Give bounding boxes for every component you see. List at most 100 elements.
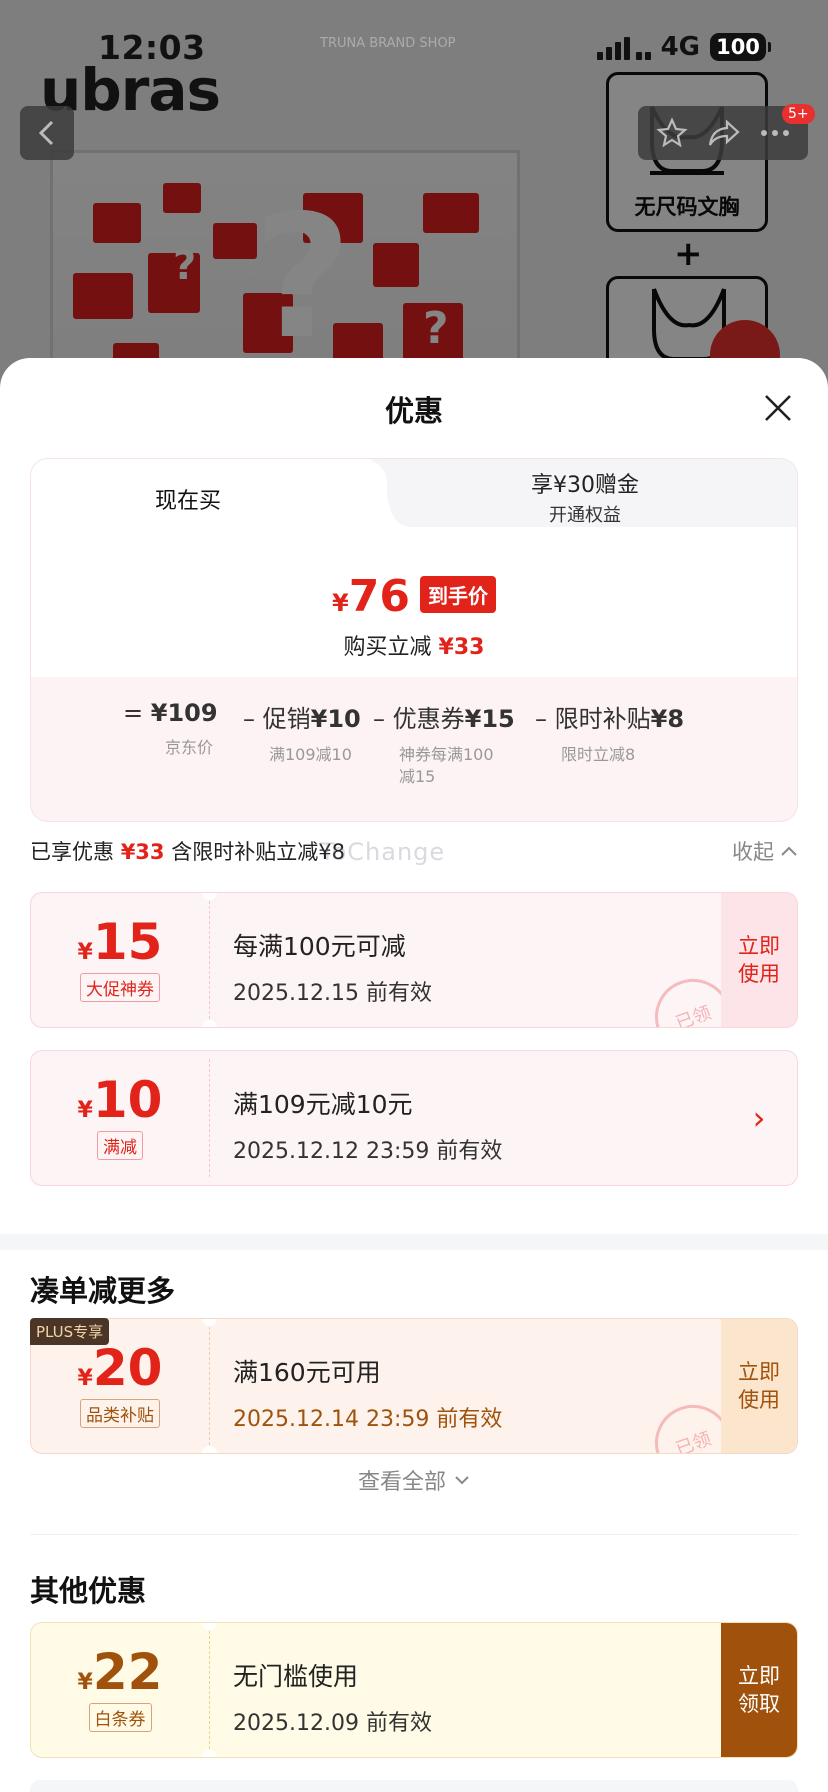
coupon-type-tag: 品类补贴 (80, 1399, 160, 1428)
coupon-amount: ¥ 22 (31, 1645, 209, 1699)
section-title-other: 其他优惠 (30, 1574, 147, 1608)
formula-sub: 限时立减8 (561, 745, 636, 764)
final-price-currency: ¥ (332, 589, 349, 617)
claim-now-button[interactable]: 立即 领取 (721, 1623, 797, 1757)
use-now-button[interactable]: 立即 使用 (721, 893, 797, 1027)
coupon-value: 10 (92, 1071, 163, 1129)
coupon-body: 满160元可用 2025.12.14 23:59 前有效 (233, 1353, 502, 1433)
enjoyed-suffix: 含限时补贴立减¥8 (171, 840, 345, 864)
formula-value: ¥10 (310, 705, 361, 733)
formula-value: ¥8 (650, 705, 685, 733)
coupon-amount: ¥ 10 (31, 1073, 209, 1127)
close-icon[interactable] (760, 390, 796, 426)
section-title-more: 凑单减更多 (30, 1274, 176, 1308)
share-icon[interactable] (707, 117, 741, 149)
coupon-type-tag: 大促神券 (80, 973, 160, 1002)
coupon-title: 每满100元可减 (233, 932, 406, 961)
coupon-body: 每满100元可减 2025.12.15 前有效 (233, 927, 432, 1007)
section-divider-line (30, 1534, 798, 1535)
coupon-date: 2025.12.12 23:59 前有效 (233, 1139, 503, 1164)
tab-alt-benefit[interactable]: 享¥30赠金 开通权益 (371, 459, 797, 527)
enjoyed-prefix: 已享优惠 (30, 840, 114, 864)
formula-op: – 限时补贴 (535, 705, 651, 733)
coupon-value: 20 (92, 1339, 163, 1397)
section-divider (0, 1234, 828, 1250)
coupon-divider (209, 1327, 210, 1445)
battery-icon: 100 (710, 33, 771, 61)
coupon-type-tag: 白条券 (88, 1703, 152, 1732)
final-price-row: ¥ 76 到手价 (31, 571, 797, 622)
collapse-button[interactable]: 收起 (732, 836, 798, 866)
coupon-amount: ¥ 15 (31, 915, 209, 969)
faint-header-text: TRUNA BRAND SHOP (320, 36, 456, 51)
coupon-amount: ¥ 20 (31, 1341, 209, 1395)
plus-exclusive-badge: PLUS专享 (30, 1318, 110, 1345)
coupon-divider (209, 901, 210, 1019)
tab-alt-line2: 开通权益 (549, 505, 621, 526)
coupon-notch (202, 1020, 217, 1027)
coupon-date: 2025.12.15 前有效 (233, 981, 432, 1006)
coupon-title: 满160元可用 (233, 1358, 381, 1387)
formula-value: ¥15 (464, 705, 515, 733)
cart-badge: 5+ (782, 104, 815, 124)
formula-item-subsidy: – 限时补贴¥8 限时立减8 (535, 699, 684, 766)
coupon-title: 无门槛使用 (233, 1662, 359, 1691)
formula-op: = (123, 699, 151, 727)
coupon-currency: ¥ (77, 940, 93, 965)
formula-value: ¥109 (150, 699, 218, 727)
final-price: ¥ 76 (332, 571, 410, 622)
coupon-card[interactable]: ¥ 20 品类补贴 满160元可用 2025.12.14 23:59 前有效 已… (30, 1318, 798, 1454)
enjoyed-amount: ¥33 (120, 840, 165, 864)
chevron-right-icon[interactable]: › (721, 1051, 797, 1185)
coupon-card[interactable]: ¥ 15 大促神券 每满100元可减 2025.12.15 前有效 已领 立即 … (30, 892, 798, 1028)
coupon-title: 满109元减10元 (233, 1090, 413, 1119)
chevron-up-icon (781, 846, 797, 856)
save-line: 购买立减 ¥33 (31, 629, 797, 661)
use-now-button[interactable]: 立即 使用 (721, 1319, 797, 1453)
formula-item-promo: – 促销¥10 满109减10 (243, 699, 361, 766)
formula-item-coupon: – 优惠券¥15 神券每满100 减15 (373, 699, 515, 788)
save-label: 购买立减 (343, 635, 432, 660)
back-button[interactable] (20, 106, 74, 160)
coupon-body: 无门槛使用 2025.12.09 前有效 (233, 1657, 432, 1737)
sheet-title: 优惠 (384, 394, 443, 428)
discount-sheet: 优惠 享¥30赠金 开通权益 现在买 ¥ 76 到手价 购买立减 ¥33 = ¥… (0, 358, 828, 1792)
coupon-divider (209, 1059, 210, 1177)
price-formula: = ¥109 京东价 – 促销¥10 满109减10 – 优惠券¥15 神券每满… (31, 699, 797, 809)
star-icon[interactable] (656, 117, 688, 149)
formula-sub: 满109减10 (269, 745, 352, 764)
coupon-notch (202, 1446, 217, 1453)
network-type: 4G (660, 32, 700, 62)
formula-sub: 神券每满100 减15 (399, 745, 494, 786)
enjoyed-discount-row: 已享优惠 ¥33 含限时补贴立减¥8 (30, 836, 345, 866)
final-price-tag: 到手价 (419, 576, 496, 613)
chevron-down-icon (455, 1476, 469, 1485)
more-icon[interactable] (760, 129, 790, 137)
collapse-label: 收起 (732, 840, 774, 864)
coupon-value-block: ¥ 15 大促神券 (31, 893, 209, 1027)
coupon-date: 2025.12.14 23:59 前有效 (233, 1407, 503, 1432)
tab-slope-shape (355, 459, 411, 529)
formula-sub: 京东价 (165, 738, 214, 757)
coupon-card[interactable]: ¥ 10 满减 满109元减10元 2025.12.12 23:59 前有效 › (30, 1050, 798, 1186)
coupon-currency: ¥ (77, 1366, 93, 1391)
watermark: ToChange (320, 838, 446, 866)
coupon-notch (202, 1750, 217, 1757)
product-page-background: ? ? ? 无尺码文胸 + 12:03 ubras TRUNA BRAND SH… (0, 0, 828, 400)
see-all-label: 查看全部 (357, 1470, 446, 1495)
coupon-divider (209, 1631, 210, 1749)
coupon-card[interactable]: ¥ 22 白条券 无门槛使用 2025.12.09 前有效 立即 领取 (30, 1622, 798, 1758)
coupon-value-block: ¥ 22 白条券 (31, 1623, 209, 1757)
coupon-type-tag: 满减 (97, 1131, 143, 1160)
formula-item-list-price: = ¥109 京东价 (123, 699, 218, 759)
coupon-value: 15 (92, 913, 163, 971)
see-all-button[interactable]: 查看全部 (0, 1464, 828, 1496)
formula-op: – 促销 (243, 705, 311, 733)
formula-op: – 优惠券 (373, 705, 465, 733)
coupon-currency: ¥ (77, 1670, 93, 1695)
status-indicators: 4G 100 (596, 32, 771, 62)
next-card-edge (30, 1780, 798, 1792)
save-amount: ¥33 (438, 635, 485, 660)
price-card: 享¥30赠金 开通权益 现在买 ¥ 76 到手价 购买立减 ¥33 = ¥109… (30, 458, 798, 822)
tab-buy-now-label: 现在买 (155, 489, 222, 514)
